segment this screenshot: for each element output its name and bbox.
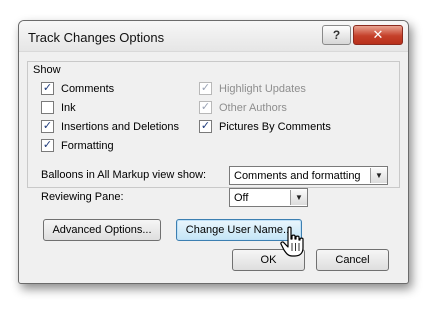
checkbox-ink-box[interactable] bbox=[41, 101, 54, 114]
checkbox-insertions-deletions-box[interactable]: ✓ bbox=[41, 120, 54, 133]
checkbox-highlight-updates-box[interactable]: ✓ bbox=[199, 82, 212, 95]
checkbox-ink-label: Ink bbox=[61, 101, 76, 114]
checkbox-comments-label: Comments bbox=[61, 82, 115, 95]
hand-pointer-icon bbox=[280, 226, 304, 257]
dialog-title: Track Changes Options bbox=[28, 30, 165, 45]
track-changes-dialog: Track Changes Options ? ✕ Show ✓ Comment… bbox=[18, 20, 409, 284]
checkbox-formatting-box[interactable]: ✓ bbox=[41, 139, 54, 152]
help-button[interactable]: ? bbox=[322, 25, 351, 45]
checkbox-insertions-deletions-label: Insertions and Deletions bbox=[61, 120, 180, 133]
balloons-label: Balloons in All Markup view show: bbox=[41, 169, 207, 181]
checkbox-formatting-label: Formatting bbox=[61, 139, 114, 152]
chevron-down-icon[interactable]: ▼ bbox=[290, 190, 307, 205]
checkbox-ink[interactable]: Ink bbox=[41, 101, 76, 114]
checkbox-other-authors[interactable]: ✓ Other Authors bbox=[199, 101, 287, 114]
advanced-options-button[interactable]: Advanced Options... bbox=[43, 219, 161, 241]
checkbox-other-authors-label: Other Authors bbox=[219, 101, 287, 114]
checkbox-comments[interactable]: ✓ Comments bbox=[41, 82, 114, 95]
checkbox-pictures-by-comments[interactable]: ✓ Pictures By Comments bbox=[199, 120, 331, 133]
title-bar: Track Changes Options ? ✕ bbox=[19, 21, 408, 52]
show-group-label: Show bbox=[33, 64, 61, 76]
checkbox-pictures-by-comments-label: Pictures By Comments bbox=[219, 120, 331, 133]
checkbox-formatting[interactable]: ✓ Formatting bbox=[41, 139, 114, 152]
balloons-dropdown[interactable]: Comments and formatting ▼ bbox=[229, 166, 388, 185]
checkbox-highlight-updates-label: Highlight Updates bbox=[219, 82, 306, 95]
reviewing-pane-label: Reviewing Pane: bbox=[41, 191, 124, 203]
checkbox-insertions-deletions[interactable]: ✓ Insertions and Deletions bbox=[41, 120, 179, 133]
close-button[interactable]: ✕ bbox=[353, 25, 403, 45]
balloons-dropdown-value: Comments and formatting bbox=[234, 169, 361, 182]
checkbox-comments-box[interactable]: ✓ bbox=[41, 82, 54, 95]
cancel-button[interactable]: Cancel bbox=[316, 249, 389, 271]
checkbox-other-authors-box[interactable]: ✓ bbox=[199, 101, 212, 114]
checkbox-pictures-by-comments-box[interactable]: ✓ bbox=[199, 120, 212, 133]
reviewing-pane-dropdown[interactable]: Off ▼ bbox=[229, 188, 308, 207]
chevron-down-icon[interactable]: ▼ bbox=[370, 168, 387, 183]
checkbox-highlight-updates[interactable]: ✓ Highlight Updates bbox=[199, 82, 306, 95]
reviewing-pane-dropdown-value: Off bbox=[234, 191, 249, 204]
